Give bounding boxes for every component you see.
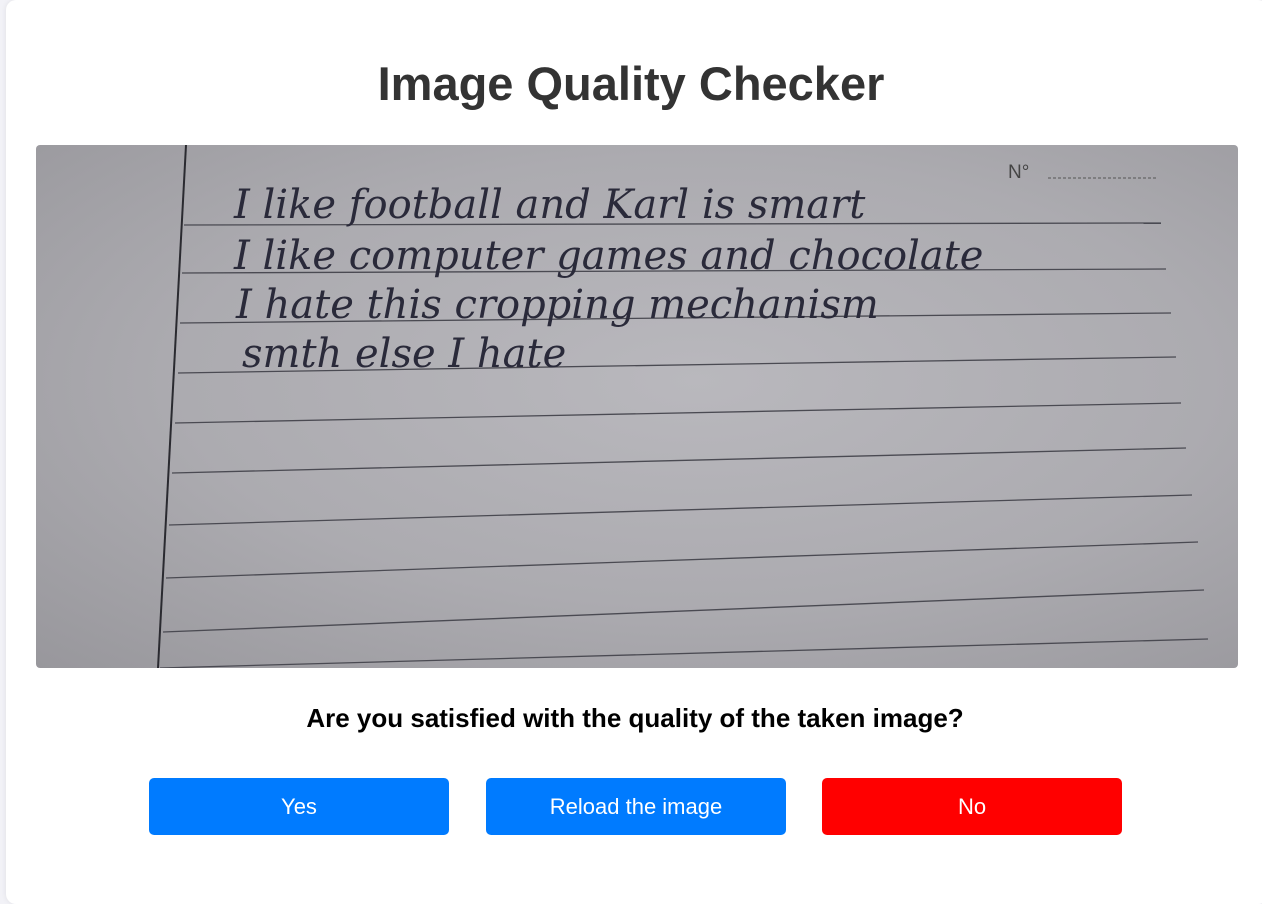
page-title: Image Quality Checker bbox=[377, 57, 885, 110]
handwritten-line-3: I hate this cropping mechanism bbox=[235, 282, 879, 328]
yes-button[interactable]: Yes bbox=[149, 778, 449, 835]
handwritten-line-4: smth else I hate bbox=[242, 331, 566, 377]
reload-image-button[interactable]: Reload the image bbox=[486, 778, 786, 835]
quality-question: Are you satisfied with the quality of th… bbox=[306, 703, 964, 733]
margin-line bbox=[157, 145, 187, 668]
handwritten-line-1: I like football and Karl is smart bbox=[233, 182, 866, 228]
handwritten-line-2: I like computer games and chocolate bbox=[233, 233, 983, 279]
no-button[interactable]: No bbox=[822, 778, 1122, 835]
captured-image: N° I like football and Karl is smart I l… bbox=[36, 145, 1238, 668]
notebook-page-photo: N° I like football and Karl is smart I l… bbox=[157, 145, 1209, 668]
page-number-label: N° bbox=[1008, 162, 1029, 183]
